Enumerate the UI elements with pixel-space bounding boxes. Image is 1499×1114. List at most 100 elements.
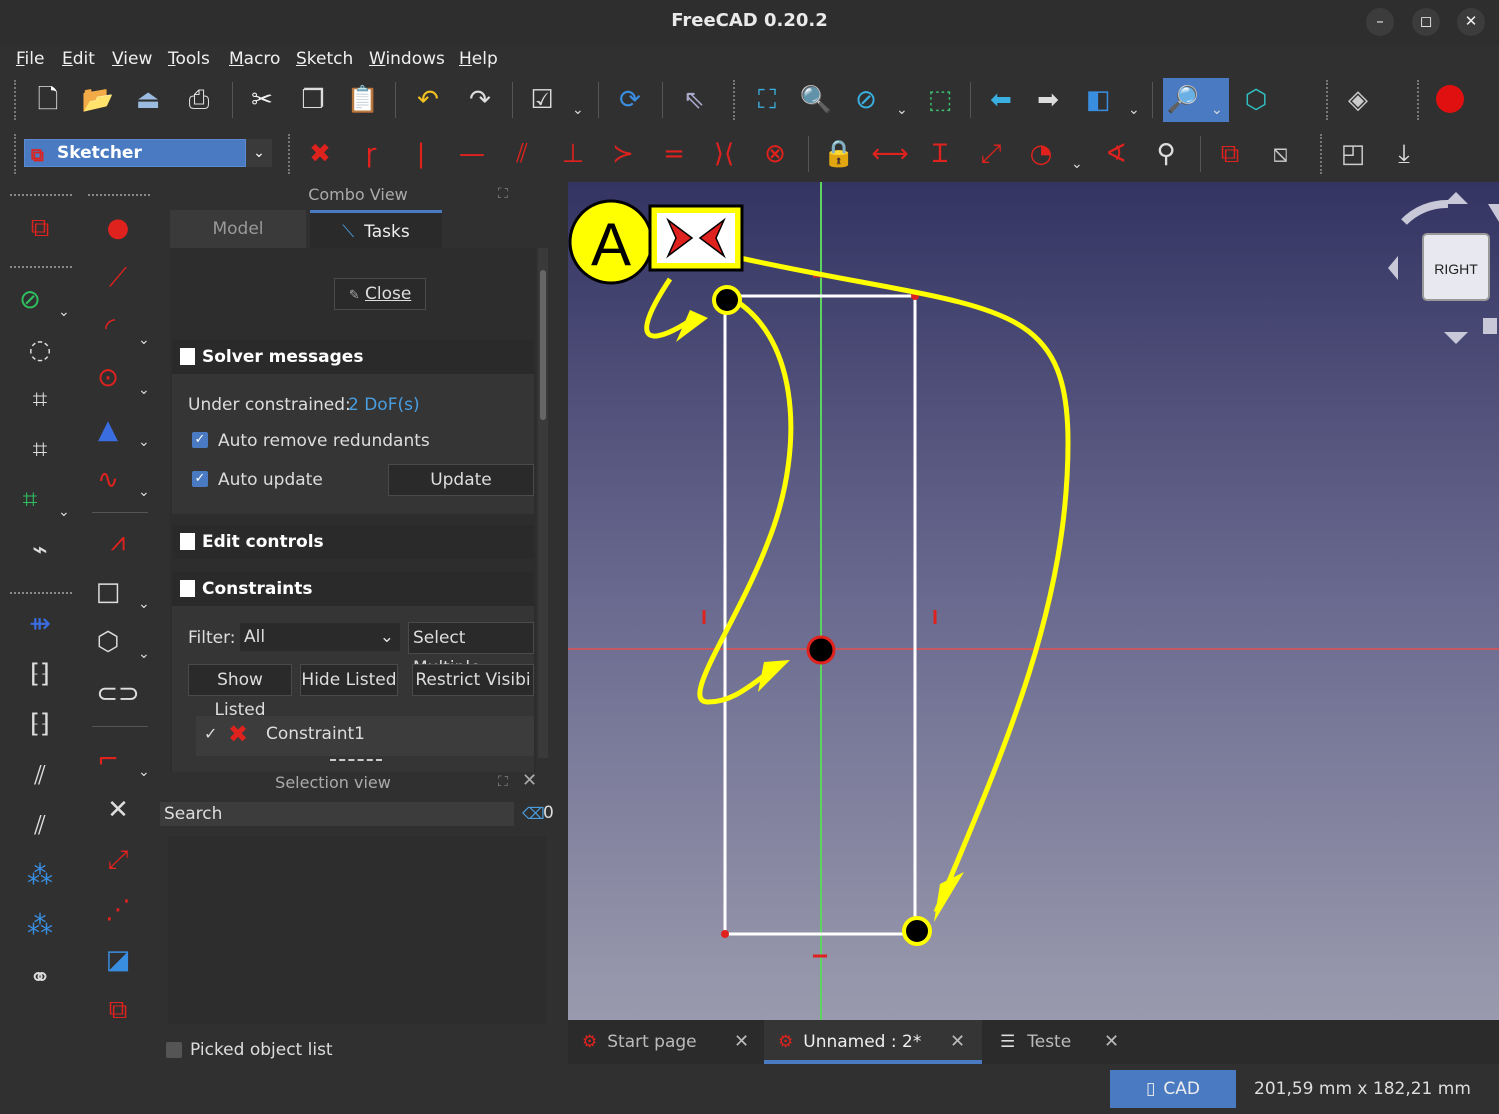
horizontal-constraint-icon[interactable]: — — [454, 136, 490, 172]
undock-icon[interactable]: ⛶ — [498, 774, 508, 790]
selected-point-top-left[interactable] — [712, 285, 742, 315]
zoom-tool-active[interactable]: 🔎 ⌄ — [1163, 78, 1229, 122]
create-conic-icon[interactable]: ▲ — [90, 412, 126, 448]
part-icon[interactable]: ◈ — [1340, 82, 1376, 118]
chevron-down-icon[interactable]: ⌄ — [138, 484, 150, 500]
tab-tasks[interactable]: ⟍ Tasks — [310, 210, 442, 248]
split-icon[interactable]: ⋰ — [100, 892, 136, 928]
scrollbar-thumb[interactable] — [540, 270, 546, 420]
close-tab-icon[interactable]: ✕ — [950, 1020, 965, 1064]
delete-constraints-icon[interactable]: ⁂ — [22, 858, 58, 894]
clone-icon[interactable]: ⁅⁆ — [22, 656, 58, 692]
copy-geometry-icon[interactable]: ⁅⁆ — [22, 706, 58, 742]
symmetry-icon[interactable]: ⇻ — [22, 606, 58, 642]
view-sketch-icon[interactable]: ◰ — [1335, 136, 1371, 172]
point-on-object-icon[interactable]: ɼ — [353, 136, 389, 172]
chevron-down-icon[interactable]: ⌄ — [138, 434, 150, 450]
open-icon[interactable]: 📂 — [80, 82, 116, 118]
auto-update-checkbox[interactable]: ✓ — [192, 471, 208, 487]
chevron-down-icon[interactable]: ⌄ — [572, 102, 584, 118]
nav-down-arrow-icon[interactable] — [1444, 332, 1468, 344]
solver-messages-header[interactable]: Solver messages — [172, 340, 534, 374]
create-polygon-icon[interactable]: ⬡ — [90, 624, 126, 660]
workbench-dropdown-button[interactable]: ⌄ — [246, 139, 272, 167]
sketch-canvas[interactable]: A RIGHT — [568, 182, 1499, 1020]
3d-viewport[interactable]: A RIGHT — [568, 182, 1499, 1020]
record-macro-icon[interactable] — [1436, 85, 1464, 113]
block-constraint-icon[interactable]: ⊗ — [757, 136, 793, 172]
search-input[interactable]: Search — [160, 802, 514, 826]
minimize-button[interactable]: – — [1366, 8, 1394, 36]
new-document-icon[interactable]: 🗋 — [30, 82, 66, 118]
lock-constraint-icon[interactable]: 🔒 — [821, 136, 857, 172]
rotate-left-icon[interactable] — [1401, 199, 1449, 225]
toolbar-grip[interactable] — [733, 80, 737, 120]
angle-constraint-icon[interactable]: ∢ — [1098, 136, 1134, 172]
whats-this-icon[interactable]: ⇖ — [676, 82, 712, 118]
menu-help[interactable]: Help — [459, 49, 498, 69]
chevron-down-icon[interactable]: ⌄ — [58, 304, 70, 320]
clear-search-icon[interactable]: ⌫ — [522, 804, 545, 823]
radius-constraint-icon[interactable]: ◔ — [1023, 136, 1059, 172]
external-geometry-icon[interactable]: ◪ — [100, 942, 136, 978]
bounding-box-icon[interactable]: ⬚ — [922, 82, 958, 118]
restrict-visibility-button[interactable]: Restrict Visibi — [412, 664, 534, 696]
construction-mode-icon[interactable]: ⊘ — [12, 282, 48, 318]
menu-view[interactable]: View — [112, 49, 152, 69]
chevron-down-icon[interactable]: ⌄ — [138, 646, 150, 662]
workbench-selector[interactable]: ⧉ Sketcher — [24, 139, 246, 167]
parallel-constraint-icon[interactable]: ⫽ — [504, 136, 540, 172]
extend-icon[interactable]: ⤢ — [100, 842, 136, 878]
horizontal-distance-icon[interactable]: ⟷ — [871, 136, 908, 172]
menu-tools[interactable]: Tools — [168, 49, 210, 69]
toggle-active-icon[interactable]: ⧅ — [1262, 136, 1298, 172]
menu-sketch[interactable]: Sketch — [296, 49, 353, 69]
copy-icon[interactable]: ❐ — [295, 82, 331, 118]
leave-sketch-icon[interactable]: ⤓ — [1386, 136, 1422, 172]
toolbar-grip[interactable] — [1320, 134, 1324, 174]
print-icon[interactable]: ⎙ — [181, 82, 217, 118]
chevron-down-icon[interactable]: ⌄ — [138, 382, 150, 398]
chevron-down-icon[interactable]: ⌄ — [138, 332, 150, 348]
undock-icon[interactable]: ⛶ — [498, 186, 508, 202]
vertical-distance-icon[interactable]: Ɪ — [922, 136, 958, 172]
snell-law-icon[interactable]: ⚲ — [1148, 136, 1184, 172]
dof-status-link[interactable]: 2 DoF(s) — [348, 395, 420, 415]
toolbar-grip[interactable] — [10, 194, 72, 197]
select-constraints-icon[interactable]: ◌ — [22, 332, 58, 368]
save-icon[interactable]: ⏏ — [130, 82, 166, 118]
select-origin-icon[interactable]: ⌗ — [22, 382, 58, 418]
hide-listed-button[interactable]: Hide Listed — [300, 664, 398, 696]
picked-object-checkbox[interactable] — [166, 1042, 182, 1058]
edit-controls-header[interactable]: Edit controls — [172, 525, 534, 559]
fit-selection-icon[interactable]: 🔍 — [798, 82, 834, 118]
rotate-right-icon[interactable] — [1488, 204, 1499, 222]
toolbar-grip[interactable] — [14, 134, 18, 174]
create-polyline-icon[interactable]: ⩘ — [100, 524, 136, 560]
chevron-down-icon[interactable]: ⌄ — [1128, 102, 1140, 118]
close-window-button[interactable]: ✕ — [1457, 8, 1485, 36]
menu-macro[interactable]: Macro — [229, 49, 280, 69]
redo-icon[interactable]: ↷ — [462, 82, 498, 118]
update-button[interactable]: Update — [388, 464, 534, 496]
toolbar-grip[interactable] — [10, 266, 72, 269]
constraints-header[interactable]: Constraints — [172, 572, 534, 606]
tab-teste[interactable]: ☰ Teste ✕ — [1000, 1020, 1130, 1064]
chevron-down-icon[interactable]: ⌄ — [896, 102, 908, 118]
back-arrow-icon[interactable]: ⬅ — [983, 82, 1019, 118]
fit-all-icon[interactable]: ⛶ — [749, 82, 785, 118]
chevron-down-icon[interactable]: ⌄ — [138, 596, 150, 612]
cut-icon[interactable]: ✂ — [244, 82, 280, 118]
close-sketch-button[interactable]: ✎ Close — [334, 278, 426, 310]
filter-select[interactable]: All ⌄ — [240, 623, 400, 651]
create-fillet-icon[interactable]: ⌐ — [90, 742, 126, 778]
create-point-icon[interactable]: ● — [100, 210, 136, 246]
select-horizontal-axis-icon[interactable]: ⌗ — [22, 432, 58, 468]
symmetric-constraint-icon[interactable]: ⟩⟨ — [706, 136, 742, 172]
show-listed-button[interactable]: Show Listed — [188, 664, 292, 720]
distance-constraint-icon[interactable]: ⤢ — [973, 136, 1009, 172]
create-bspline-icon[interactable]: ∿ — [90, 462, 126, 498]
create-arc-icon[interactable]: ◜ — [92, 310, 128, 346]
tab-start-page[interactable]: ⚙ Start page ✕ — [582, 1020, 764, 1064]
create-slot-icon[interactable]: ⊂⊃ — [96, 676, 140, 712]
